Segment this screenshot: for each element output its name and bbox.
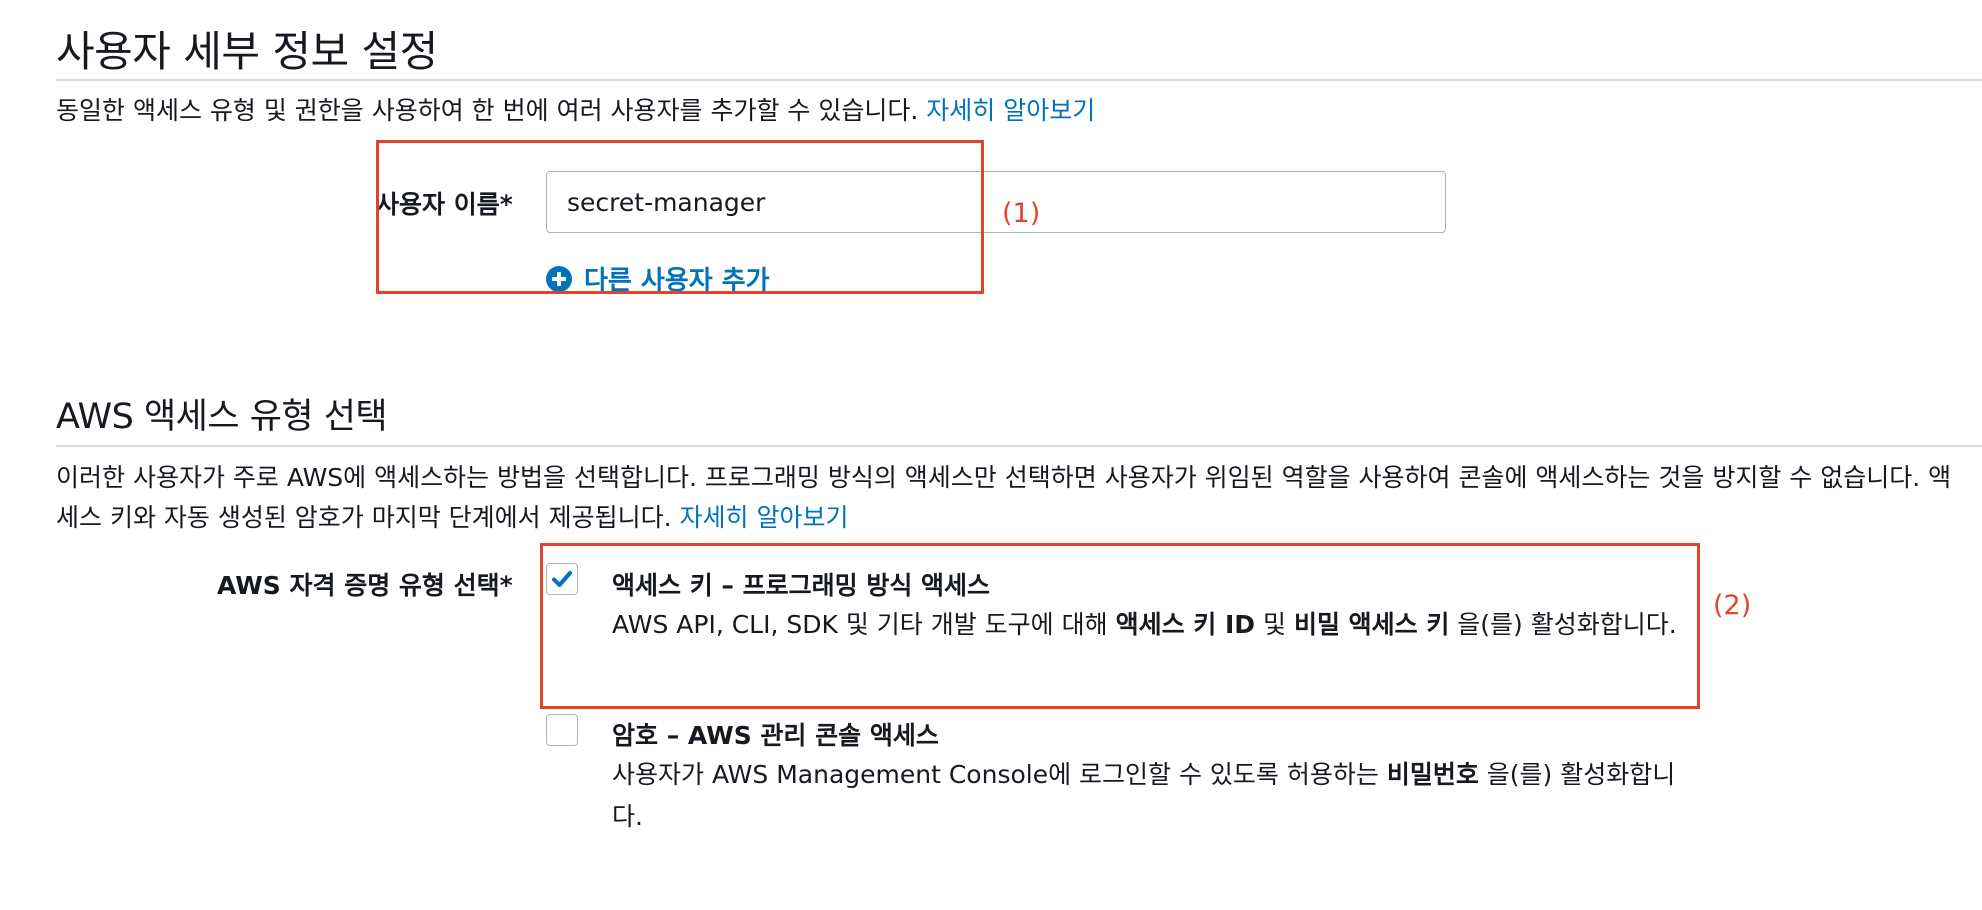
password-option-title: 암호 – AWS 관리 콘솔 액세스 xyxy=(612,721,939,750)
learn-more-link[interactable]: 자세히 알아보기 xyxy=(680,503,849,532)
learn-more-link[interactable]: 자세히 알아보기 xyxy=(926,96,1095,125)
password-option-description: 사용자가 AWS Management Console에 로그인할 수 있도록 … xyxy=(612,754,1702,838)
section-title-access-type: AWS 액세스 유형 선택 xyxy=(56,397,388,437)
desc-text: 사용자가 AWS Management Console에 로그인할 수 있도록 … xyxy=(612,760,1387,789)
password-checkbox[interactable] xyxy=(546,714,578,746)
description-text: 동일한 액세스 유형 및 권한을 사용하여 한 번에 여러 사용자를 추가할 수… xyxy=(56,96,919,125)
annotation-box-2 xyxy=(540,543,1700,709)
section-description: 동일한 액세스 유형 및 권한을 사용하여 한 번에 여러 사용자를 추가할 수… xyxy=(56,91,1095,131)
credential-type-label: AWS 자격 증명 유형 선택* xyxy=(217,571,513,600)
section-description: 이러한 사용자가 주로 AWS에 액세스하는 방법을 선택합니다. 프로그래밍 … xyxy=(56,458,1956,538)
annotation-box-1 xyxy=(376,140,984,294)
desc-bold-password: 비밀번호 xyxy=(1386,760,1479,789)
description-text: 이러한 사용자가 주로 AWS에 액세스하는 방법을 선택합니다. 프로그래밍 … xyxy=(56,463,1952,532)
annotation-label-2: (2) xyxy=(1713,590,1752,621)
annotation-label-1: (1) xyxy=(1002,198,1041,229)
section-divider xyxy=(56,445,1982,447)
section-title-user-details: 사용자 세부 정보 설정 xyxy=(56,27,438,76)
section-divider xyxy=(56,79,1982,81)
